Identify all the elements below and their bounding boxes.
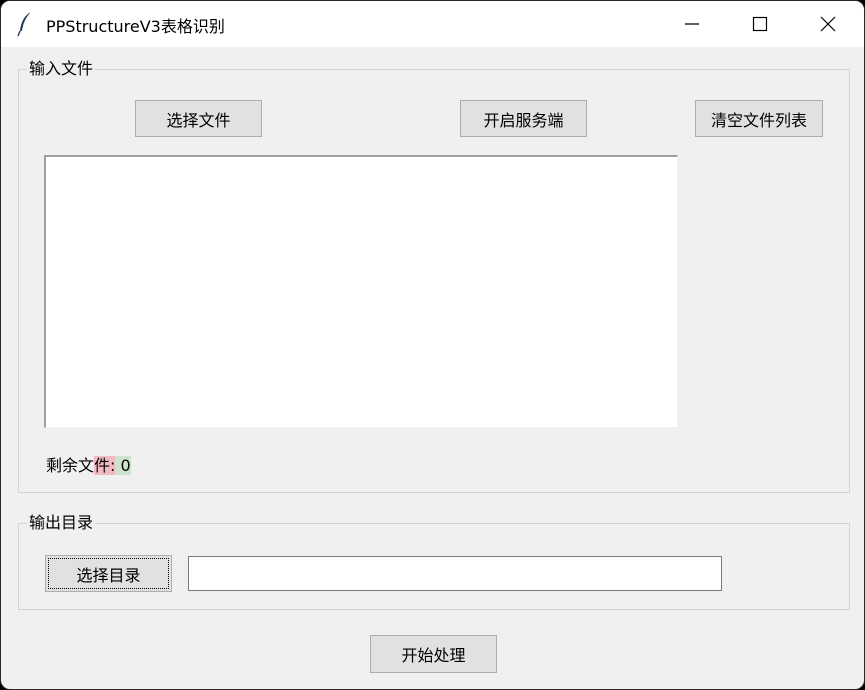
minimize-icon [685, 23, 699, 25]
app-window: PPStructureV3表格识别 输入文件 选择文件 开启服务端 清空文件列表… [0, 0, 865, 690]
select-dir-button[interactable]: 选择目录 [45, 555, 172, 592]
remaining-files-count: 0 [115, 456, 131, 475]
title-bar[interactable]: PPStructureV3表格识别 [1, 1, 864, 47]
file-listbox[interactable] [44, 155, 678, 428]
clear-file-list-button[interactable]: 清空文件列表 [695, 100, 823, 137]
output-dir-input[interactable] [188, 556, 722, 591]
maximize-button[interactable] [726, 1, 794, 47]
feather-icon [17, 11, 32, 37]
remaining-files-mid: 件 [94, 456, 111, 475]
minimize-button[interactable] [658, 1, 726, 47]
close-icon [820, 16, 836, 32]
input-files-label: 输入文件 [27, 59, 96, 79]
start-server-button[interactable]: 开启服务端 [460, 100, 587, 137]
window-title: PPStructureV3表格识别 [46, 17, 225, 36]
select-file-button[interactable]: 选择文件 [135, 100, 262, 137]
start-processing-button[interactable]: 开始处理 [370, 635, 497, 673]
close-button[interactable] [794, 1, 862, 47]
remaining-files-prefix: 剩余文 [46, 456, 95, 475]
output-dir-label: 输出目录 [27, 513, 96, 533]
remaining-files-label: 剩余文件: 0 [46, 452, 131, 476]
maximize-icon [752, 16, 768, 32]
